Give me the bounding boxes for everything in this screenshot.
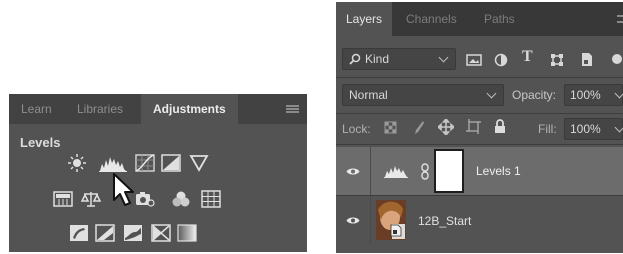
layer-name[interactable]: Levels 1 [476,164,521,178]
lock-artboard-icon[interactable] [466,119,481,134]
lock-transparent-pixels-icon[interactable] [384,121,397,134]
visibility-eye-icon[interactable] [346,216,360,225]
layers-panel: Layers Channels Paths Kind T Normal Opac… [336,2,623,253]
layer-mask-link-icon[interactable] [420,163,430,180]
filter-kind-label: Kind [365,52,390,66]
invert-icon[interactable] [69,224,89,242]
tab-channels[interactable]: Channels [396,2,467,36]
pixel-layer-filter-icon[interactable] [466,54,482,66]
lock-all-icon[interactable] [494,119,506,134]
lock-image-pixels-icon[interactable] [412,120,425,135]
mouse-pointer-icon [113,173,134,206]
threshold-icon[interactable] [123,224,143,242]
tab-learn[interactable]: Learn [11,94,62,124]
tab-adjustments[interactable]: Adjustments [141,94,238,124]
adjustments-panel: Learn Libraries Adjustments Levels [9,94,307,252]
hue-saturation-icon[interactable] [53,190,73,208]
vibrance-icon[interactable] [189,154,209,172]
layer-row-levels-1[interactable]: Levels 1 [336,147,623,195]
channel-mixer-icon[interactable] [171,190,191,208]
chevron-down-icon [614,122,623,133]
fill-field[interactable]: 100% [564,118,623,140]
visibility-eye-icon[interactable] [346,167,360,176]
levels-icon[interactable] [99,154,127,172]
smart-object-filter-icon[interactable] [580,52,594,67]
chevron-down-icon [486,88,497,99]
layer-mask-thumbnail[interactable] [434,149,464,193]
opacity-field[interactable]: 100% [564,84,623,106]
shape-layer-filter-icon[interactable] [550,53,564,67]
adjustment-layer-filter-icon[interactable] [494,53,508,67]
gradient-map-icon[interactable] [177,224,197,242]
exposure-icon[interactable] [161,154,181,172]
layer-row-12b-start[interactable]: 12B_Start [336,196,623,244]
blend-mode-value: Normal [349,88,388,102]
chevron-down-icon [438,52,449,63]
blend-mode-dropdown[interactable]: Normal [342,84,504,106]
fill-label: Fill: [538,122,557,136]
smart-object-badge-icon [390,224,402,237]
filter-kind-dropdown[interactable]: Kind [342,48,456,70]
panel-menu-icon[interactable] [617,15,623,23]
fill-value: 100% [570,122,601,136]
tab-paths[interactable]: Paths [474,2,525,36]
search-icon [349,53,361,65]
curves-icon[interactable] [135,154,155,172]
posterize-icon[interactable] [95,224,115,242]
tab-layers[interactable]: Layers [336,2,393,36]
lock-label: Lock: [342,122,371,136]
type-layer-filter-icon[interactable]: T [522,48,533,66]
levels-adjustment-thumbnail-icon [384,166,408,178]
lock-position-icon[interactable] [438,119,454,135]
layers-tab-bar: Layers Channels Paths [336,2,623,36]
color-balance-icon[interactable] [81,190,101,208]
layer-name[interactable]: 12B_Start [418,214,471,228]
panel-menu-icon[interactable] [286,105,299,113]
adjustment-hover-label: Levels [20,135,61,150]
brightness-contrast-icon[interactable] [67,154,87,172]
adjustments-tab-bar: Learn Libraries Adjustments [9,94,307,124]
chevron-down-icon [614,88,623,99]
opacity-value: 100% [570,88,601,102]
opacity-label: Opacity: [512,88,557,102]
filter-toggle-icon[interactable] [612,54,622,64]
tab-libraries[interactable]: Libraries [67,94,133,124]
selective-color-icon[interactable] [151,224,171,242]
photo-filter-icon[interactable] [135,190,155,208]
color-lookup-icon[interactable] [201,190,221,208]
